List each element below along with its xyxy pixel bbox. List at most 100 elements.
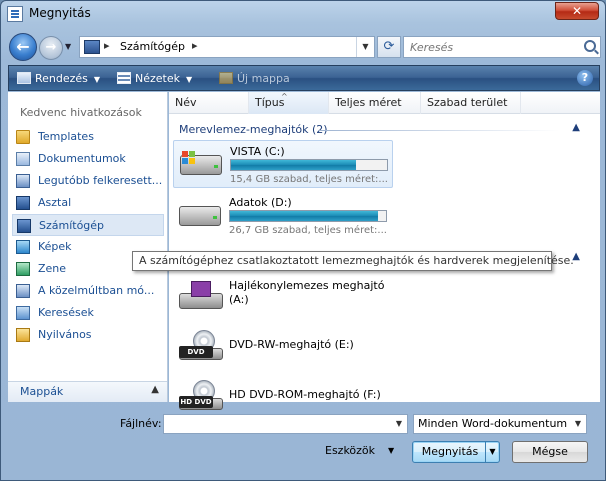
column-total-size[interactable]: Teljes méret xyxy=(329,92,421,114)
breadcrumb-computer[interactable]: Számítógép xyxy=(120,40,185,53)
sidebar-item-label: Zene xyxy=(38,262,67,275)
refresh-button[interactable]: ⟳ xyxy=(377,36,401,58)
sidebar-item-label: Templates xyxy=(38,130,94,143)
close-button[interactable]: ✕ xyxy=(555,2,599,20)
organize-icon xyxy=(17,72,31,84)
drive-usage-bar xyxy=(230,159,388,171)
file-type-select[interactable]: Minden Word-dokumentum ▼ xyxy=(413,414,587,434)
column-header-row: Név Típus ^ Teljes méret Szabad terület xyxy=(169,92,600,114)
views-button[interactable]: Nézetek ▼ xyxy=(117,70,192,88)
sidebar-item[interactable]: Számítógép xyxy=(12,214,164,236)
computer-icon xyxy=(17,219,31,233)
folders-label: Mappák xyxy=(20,385,64,398)
organize-button[interactable]: Rendezés ▼ xyxy=(17,70,100,88)
favorite-links-header: Kedvenc hivatkozások xyxy=(20,106,142,119)
open-dropdown-icon[interactable]: ▼ xyxy=(485,442,499,462)
recently-changed-icon xyxy=(16,284,30,298)
sidebar-item[interactable]: Templates xyxy=(12,126,164,148)
column-name[interactable]: Név xyxy=(169,92,249,114)
dvd-drive-icon: DVD xyxy=(179,330,223,360)
title-bar[interactable]: Megnyitás ✕ xyxy=(1,1,605,27)
chevron-down-icon: ▼ xyxy=(93,75,101,84)
navigation-bar: ← → ▼ ▸ Számítógép ▸ ▼ ⟳ Keresés xyxy=(7,33,601,61)
tools-button[interactable]: Eszközök xyxy=(325,444,375,457)
document-icon xyxy=(7,6,23,22)
search-input[interactable]: Keresés xyxy=(403,36,601,58)
hard-drive-icon xyxy=(180,151,222,177)
chevron-down-icon[interactable]: ▼ xyxy=(388,446,394,455)
sidebar-item[interactable]: Dokumentumok xyxy=(12,148,164,170)
search-placeholder: Keresés xyxy=(410,41,454,54)
new-folder-button[interactable]: Új mappa xyxy=(219,70,290,88)
group-hard-drives[interactable]: Merevlemez-meghajtók (2) xyxy=(179,123,328,136)
forward-button[interactable]: → xyxy=(39,36,63,60)
sidebar-item-label: Asztal xyxy=(38,196,72,209)
chevron-down-icon: ▼ xyxy=(186,75,193,84)
file-selection-area: Fájlnév: ▼ Minden Word-dokumentum ▼ Eszk… xyxy=(8,403,600,475)
searches-icon xyxy=(16,306,30,320)
column-type[interactable]: Típus ^ xyxy=(249,92,329,114)
views-icon xyxy=(117,72,131,84)
sidebar-item-label: Képek xyxy=(38,240,72,253)
file-list-pane: Név Típus ^ Teljes méret Szabad terület … xyxy=(169,92,600,410)
computer-icon xyxy=(84,40,100,54)
folder-icon xyxy=(16,130,30,144)
drive-item[interactable]: Hajlékonylemezes meghajtó (A:) xyxy=(173,275,403,315)
chevron-down-icon[interactable]: ▼ xyxy=(391,415,407,433)
file-type-value: Minden Word-dokumentum xyxy=(418,417,568,430)
drive-letter: (A:) xyxy=(229,293,249,306)
sort-ascending-icon: ^ xyxy=(281,92,288,101)
sidebar-item-label: Számítógép xyxy=(39,219,105,232)
recent-places-icon xyxy=(16,174,30,188)
drive-item[interactable]: VISTA (C:) 15,4 GB szabad, teljes méret:… xyxy=(173,140,393,188)
drive-free-space: 26,7 GB szabad, teljes méret:... xyxy=(229,225,387,236)
drive-item[interactable]: Adatok (D:) 26,7 GB szabad, teljes méret… xyxy=(173,192,393,240)
new-folder-label: Új mappa xyxy=(237,72,290,85)
help-icon[interactable]: ? xyxy=(577,70,593,86)
breadcrumb-separator-icon[interactable]: ▸ xyxy=(192,39,198,52)
sidebar-item[interactable]: Nyilvános xyxy=(12,324,164,346)
sidebar-item[interactable]: Legutóbb felkeresett... xyxy=(12,170,164,192)
new-folder-icon xyxy=(219,72,233,84)
address-bar[interactable]: ▸ Számítógép ▸ ▼ xyxy=(79,36,375,58)
public-folder-icon xyxy=(16,328,30,342)
sidebar-item-label: Dokumentumok xyxy=(38,152,126,165)
back-button[interactable]: ← xyxy=(9,33,37,61)
folders-toggle[interactable]: Mappák ▲ xyxy=(8,381,167,402)
sidebar-item-label: Keresések xyxy=(38,306,94,319)
hard-drive-icon xyxy=(179,202,221,228)
breadcrumb-separator-icon[interactable]: ▸ xyxy=(104,39,110,52)
chevron-up-icon[interactable]: ▲ xyxy=(572,122,580,133)
column-free-space[interactable]: Szabad terület xyxy=(421,92,521,114)
recent-pages-dropdown-icon[interactable]: ▼ xyxy=(65,42,75,52)
documents-icon xyxy=(16,152,30,166)
filename-input[interactable]: ▼ xyxy=(163,414,408,434)
drive-name: Hajlékonylemezes meghajtó xyxy=(229,279,385,292)
drive-name: Adatok (D:) xyxy=(229,196,292,209)
floppy-drive-icon xyxy=(179,281,223,311)
sidebar-item[interactable]: Keresések xyxy=(12,302,164,324)
open-dialog-window: Megnyitás ✕ ← → ▼ ▸ Számítógép ▸ ▼ ⟳ Ker… xyxy=(0,0,606,481)
drive-name: DVD-RW-meghajtó (E:) xyxy=(229,338,354,351)
address-dropdown-icon[interactable]: ▼ xyxy=(356,37,374,57)
disc-label: DVD xyxy=(179,346,213,358)
drive-name: HD DVD-ROM-meghajtó (F:) xyxy=(229,388,381,401)
sidebar-item[interactable]: Asztal xyxy=(12,192,164,214)
cancel-button[interactable]: Mégse xyxy=(512,441,588,463)
drive-item[interactable]: DVD DVD-RW-meghajtó (E:) xyxy=(173,324,403,364)
sidebar-item-label: A közelmúltban mó... xyxy=(38,284,155,297)
organize-label: Rendezés xyxy=(35,72,88,85)
chevron-down-icon[interactable]: ▼ xyxy=(570,415,586,433)
music-icon xyxy=(16,262,30,276)
filename-label: Fájlnév: xyxy=(120,417,162,430)
search-icon[interactable] xyxy=(584,40,596,52)
open-label: Megnyitás xyxy=(421,445,479,458)
window-title: Megnyitás xyxy=(29,6,91,20)
sidebar-item[interactable]: A közelmúltban mó... xyxy=(12,280,164,302)
chevron-up-icon: ▲ xyxy=(151,384,159,395)
open-button[interactable]: Megnyitás ▼ xyxy=(412,441,500,463)
pictures-icon xyxy=(16,240,30,254)
navigation-pane: Kedvenc hivatkozások Templates Dokumentum… xyxy=(8,92,168,402)
command-toolbar: Rendezés ▼ Nézetek ▼ Új mappa ? xyxy=(8,65,600,91)
sidebar-item-label: Nyilvános xyxy=(38,328,92,341)
